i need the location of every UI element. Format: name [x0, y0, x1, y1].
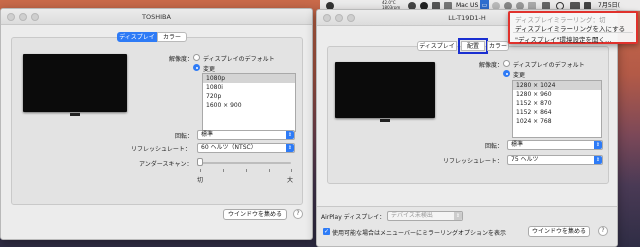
radio-default[interactable] — [193, 54, 200, 61]
resolution-list[interactable]: 1080p 1080i 720p 1600 × 900 — [202, 73, 296, 132]
slider-tick — [246, 169, 247, 172]
radio-scaled-label: 変更 — [513, 72, 526, 79]
radio-default-label: ディスプレイのデフォルト — [203, 56, 275, 63]
resolution-label: 解像度： — [479, 62, 504, 69]
resolution-item[interactable]: 1152 × 870 — [513, 99, 601, 108]
toshiba-display-window: TOSHIBA ディスプレイ カラー 解像度： ディスプレイのデフォルト 変更 … — [0, 8, 313, 240]
refresh-rate-select[interactable]: 60 ヘルツ（NTSC） ⇕ — [197, 143, 295, 153]
zoom-button[interactable] — [31, 13, 39, 21]
left-window-title: TOSHIBA — [142, 13, 171, 21]
rotation-value: 標準 — [201, 131, 214, 138]
refresh-rate-label: リフレッシュレート： — [131, 146, 191, 153]
rotation-select[interactable]: 標準 ⇕ — [507, 140, 603, 150]
help-button[interactable]: ? — [598, 226, 608, 236]
mirroring-dropdown-menu: ディスプレイミラーリング：切 ディスプレイミラーリングを入にする "ディスプレイ… — [508, 11, 638, 44]
tv-thumbnail — [23, 54, 127, 116]
airplay-display-select[interactable]: デバイス未検出 ⇕ — [387, 211, 463, 221]
chevron-updown-icon: ⇕ — [286, 144, 294, 152]
underscan-label: アンダースキャン： — [139, 161, 193, 168]
zoom-button[interactable] — [347, 14, 355, 22]
resolution-item[interactable]: 1280 × 960 — [513, 90, 601, 99]
slider-tick — [223, 169, 224, 172]
chevron-updown-icon: ⇕ — [454, 212, 462, 220]
chevron-updown-icon: ⇕ — [594, 156, 602, 164]
left-window-titlebar[interactable]: TOSHIBA — [1, 9, 312, 25]
radio-default[interactable] — [503, 60, 510, 67]
slider-tick — [291, 169, 292, 172]
underscan-slider-track[interactable] — [199, 162, 291, 164]
tab-display[interactable]: ディスプレイ — [417, 41, 457, 51]
underscan-slider-knob[interactable] — [197, 158, 203, 166]
tab-display[interactable]: ディスプレイ — [117, 32, 157, 42]
underscan-min-label: 切 — [197, 177, 204, 184]
resolution-item[interactable]: 1280 × 1024 — [513, 81, 601, 90]
refresh-rate-select[interactable]: 75 ヘルツ ⇕ — [507, 155, 603, 165]
ll-t19d1-h-display-window: LL-T19D1-H ディスプレイ 配置 カラー 解像度： ディスプレイのデフォ… — [316, 9, 618, 247]
chevron-updown-icon: ⇕ — [286, 131, 294, 139]
show-mirroring-checkbox[interactable]: ✓ — [323, 228, 330, 235]
show-mirroring-label: 使用可能な場合はメニューバーにミラーリングオプションを表示 — [332, 230, 506, 237]
refresh-rate-value: 75 ヘルツ — [511, 156, 539, 163]
minimize-button[interactable] — [19, 13, 27, 21]
right-window-bottom-bar: AirPlay ディスプレイ： デバイス未検出 ⇕ ✓ 使用可能な場合はメニュー… — [317, 206, 617, 246]
refresh-rate-label: リフレッシュレート： — [443, 158, 503, 165]
gather-windows-button[interactable]: ウインドウを集める — [528, 226, 590, 237]
resolution-list[interactable]: 1280 × 1024 1280 × 960 1152 × 870 1152 ×… — [512, 80, 602, 138]
resolution-item[interactable]: 1024 × 768 — [513, 117, 601, 126]
close-button[interactable] — [7, 13, 15, 21]
radio-scaled[interactable] — [193, 64, 200, 71]
minimize-button[interactable] — [335, 14, 343, 22]
tab-arrangement[interactable]: 配置 — [458, 38, 488, 54]
tab-color[interactable]: カラー — [157, 32, 187, 42]
gather-windows-button[interactable]: ウインドウを集める — [223, 209, 287, 220]
right-window-title: LL-T19D1-H — [448, 14, 486, 22]
close-button[interactable] — [323, 14, 331, 22]
resolution-label: 解像度： — [169, 56, 194, 63]
menu-separator — [513, 32, 633, 33]
underscan-max-label: 大 — [287, 177, 294, 184]
refresh-rate-value: 60 ヘルツ（NTSC） — [201, 144, 257, 151]
rotation-value: 標準 — [511, 141, 524, 148]
airplay-display-value: デバイス未検出 — [391, 212, 433, 219]
chevron-updown-icon: ⇕ — [594, 141, 602, 149]
resolution-item[interactable]: 1080p — [203, 74, 295, 83]
monitor-thumbnail — [335, 62, 435, 122]
slider-tick — [269, 169, 270, 172]
radio-scaled[interactable] — [503, 70, 510, 77]
resolution-item[interactable]: 1152 × 864 — [513, 108, 601, 117]
tab-color[interactable]: カラー — [487, 41, 509, 51]
rotation-label: 回転： — [175, 133, 194, 140]
rotation-select[interactable]: 標準 ⇕ — [197, 130, 295, 140]
airplay-display-label: AirPlay ディスプレイ： — [321, 214, 386, 221]
slider-tick — [200, 169, 201, 172]
resolution-item[interactable]: 1080i — [203, 83, 295, 92]
rotation-label: 回転： — [485, 143, 504, 150]
help-button[interactable]: ? — [293, 209, 303, 219]
resolution-item[interactable]: 720p — [203, 92, 295, 101]
radio-default-label: ディスプレイのデフォルト — [513, 62, 585, 69]
radio-scaled-label: 変更 — [203, 66, 216, 73]
resolution-item[interactable]: 1600 × 900 — [203, 101, 295, 110]
menu-item-open-display-prefs[interactable]: "ディスプレイ"環境設定を開く… — [515, 34, 612, 44]
